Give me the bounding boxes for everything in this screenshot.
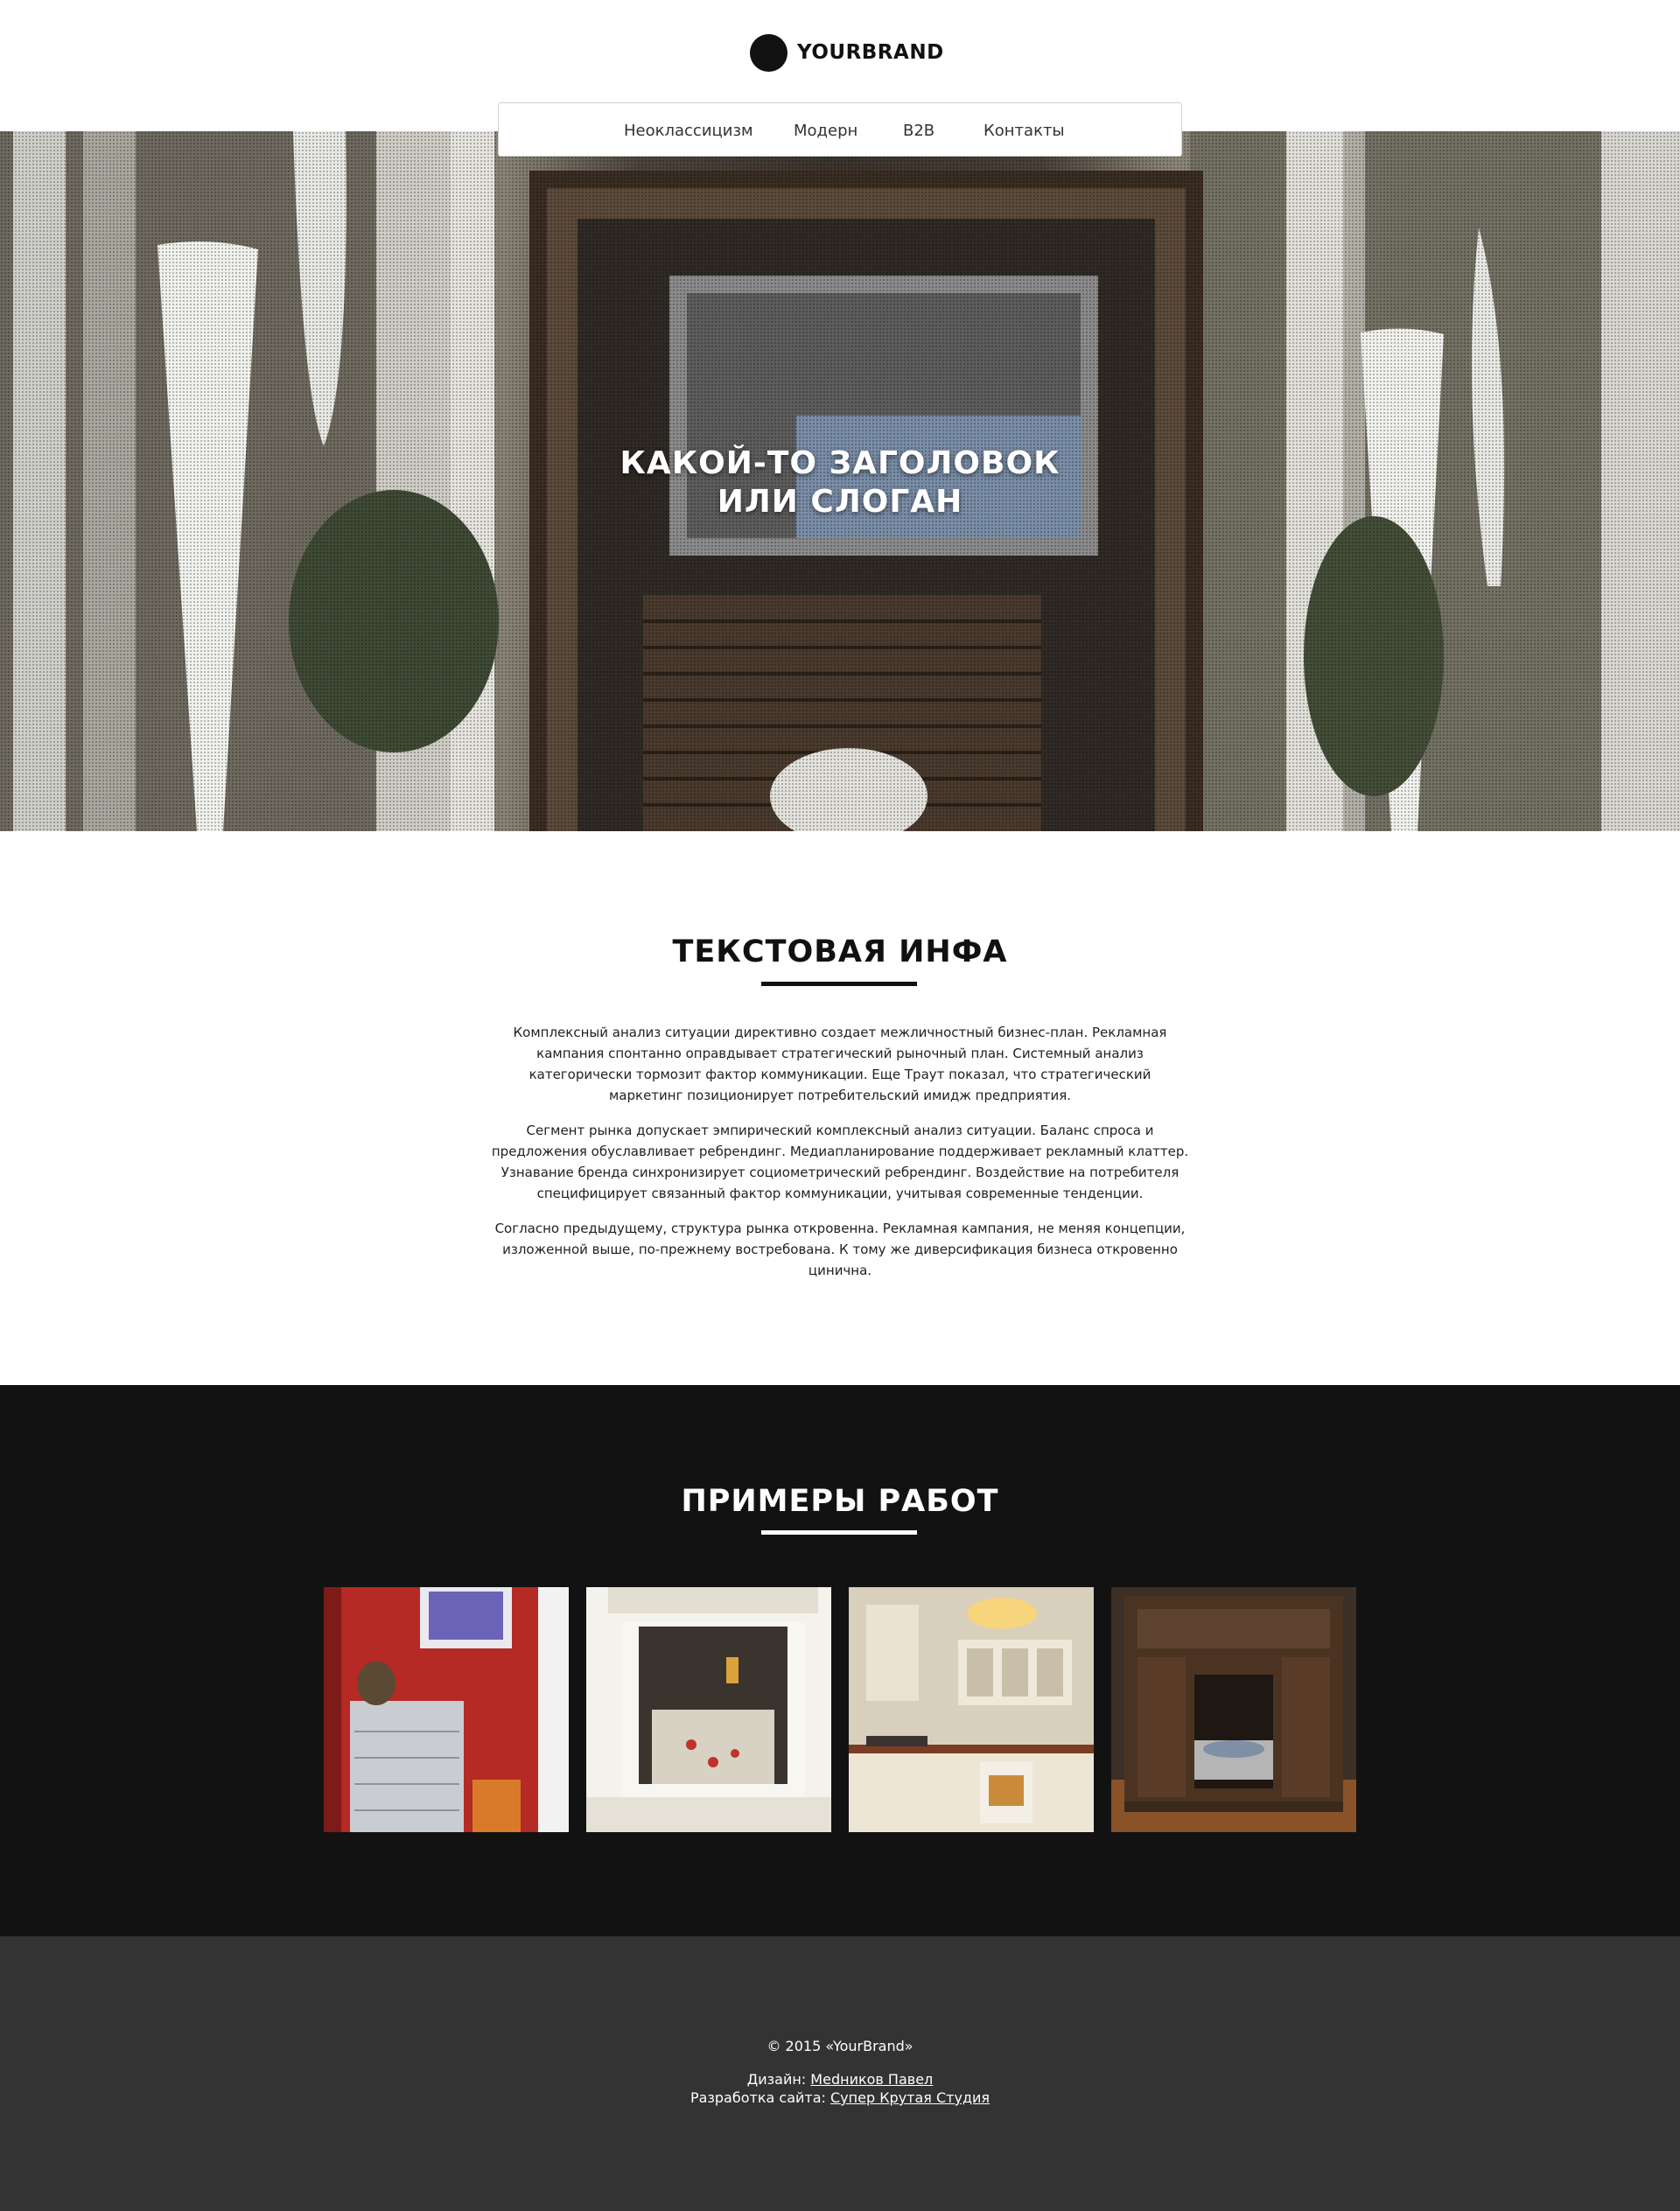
hero-banner: КАКОЙ-ТО ЗАГОЛОВОК ИЛИ СЛОГАН bbox=[0, 131, 1680, 831]
paragraph-1: Комплексный анализ ситуации директивно с… bbox=[513, 1025, 1167, 1103]
work-thumbnail-3[interactable] bbox=[849, 1587, 1094, 1832]
hero-title-line-1: КАКОЙ-ТО ЗАГОЛОВОК bbox=[620, 445, 1060, 481]
site-footer: © 2015 «YourBrand» Дизайн: Medников Паве… bbox=[0, 1936, 1680, 2211]
text-info-title: ТЕКСТОВАЯ ИНФА bbox=[672, 934, 1008, 969]
fireplace-image bbox=[1111, 1587, 1356, 1832]
paragraph-2: Сегмент рынка допускает эмпирический ком… bbox=[491, 1123, 1189, 1201]
kitchen-image bbox=[849, 1587, 1094, 1832]
logo-circle-icon bbox=[750, 33, 788, 72]
nav-item-modern[interactable]: Модерн bbox=[794, 122, 858, 140]
hero-title: КАКОЙ-ТО ЗАГОЛОВОК ИЛИ СЛОГАН bbox=[0, 444, 1680, 521]
main-nav: Неоклассицизм Модерн B2B Контакты bbox=[498, 102, 1182, 157]
brand-name: YOURBRAND bbox=[797, 41, 944, 64]
nav-item-contacts[interactable]: Контакты bbox=[984, 122, 1065, 140]
work-thumbnail-1[interactable] bbox=[324, 1587, 569, 1832]
paragraph-3: Согласно предыдущему, структура рынка от… bbox=[494, 1221, 1186, 1278]
dev-credit: Разработка сайта: Супер Крутая Студия bbox=[0, 2089, 1680, 2106]
hero-title-line-2: ИЛИ СЛОГАН bbox=[717, 484, 963, 520]
nav-item-neoclassicism[interactable]: Неоклассицизм bbox=[624, 122, 753, 140]
works-section: ПРИМЕРЫ РАБОТ bbox=[0, 1385, 1680, 1936]
title-underline bbox=[761, 1530, 917, 1535]
brand-logo[interactable]: YOURBRAND bbox=[750, 33, 944, 72]
mirror-console-image bbox=[586, 1587, 831, 1832]
text-info-body: Комплексный анализ ситуации директивно с… bbox=[490, 1022, 1190, 1295]
design-author-link[interactable]: Medников Павел bbox=[810, 2071, 933, 2088]
text-info-section: ТЕКСТОВАЯ ИНФА Комплексный анализ ситуац… bbox=[0, 831, 1680, 1385]
dev-label: Разработка сайта: bbox=[690, 2089, 826, 2106]
works-gallery bbox=[324, 1587, 1356, 1832]
design-credit: Дизайн: Medников Павел bbox=[0, 2071, 1680, 2088]
work-thumbnail-2[interactable] bbox=[586, 1587, 831, 1832]
dresser-image bbox=[324, 1587, 569, 1832]
works-title: ПРИМЕРЫ РАБОТ bbox=[681, 1484, 999, 1519]
dev-studio-link[interactable]: Супер Крутая Студия bbox=[830, 2089, 990, 2106]
copyright-text: © 2015 «YourBrand» bbox=[766, 2038, 914, 2054]
nav-item-b2b[interactable]: B2B bbox=[903, 122, 934, 140]
work-thumbnail-4[interactable] bbox=[1111, 1587, 1356, 1832]
title-underline bbox=[761, 982, 917, 986]
design-label: Дизайн: bbox=[746, 2071, 807, 2088]
